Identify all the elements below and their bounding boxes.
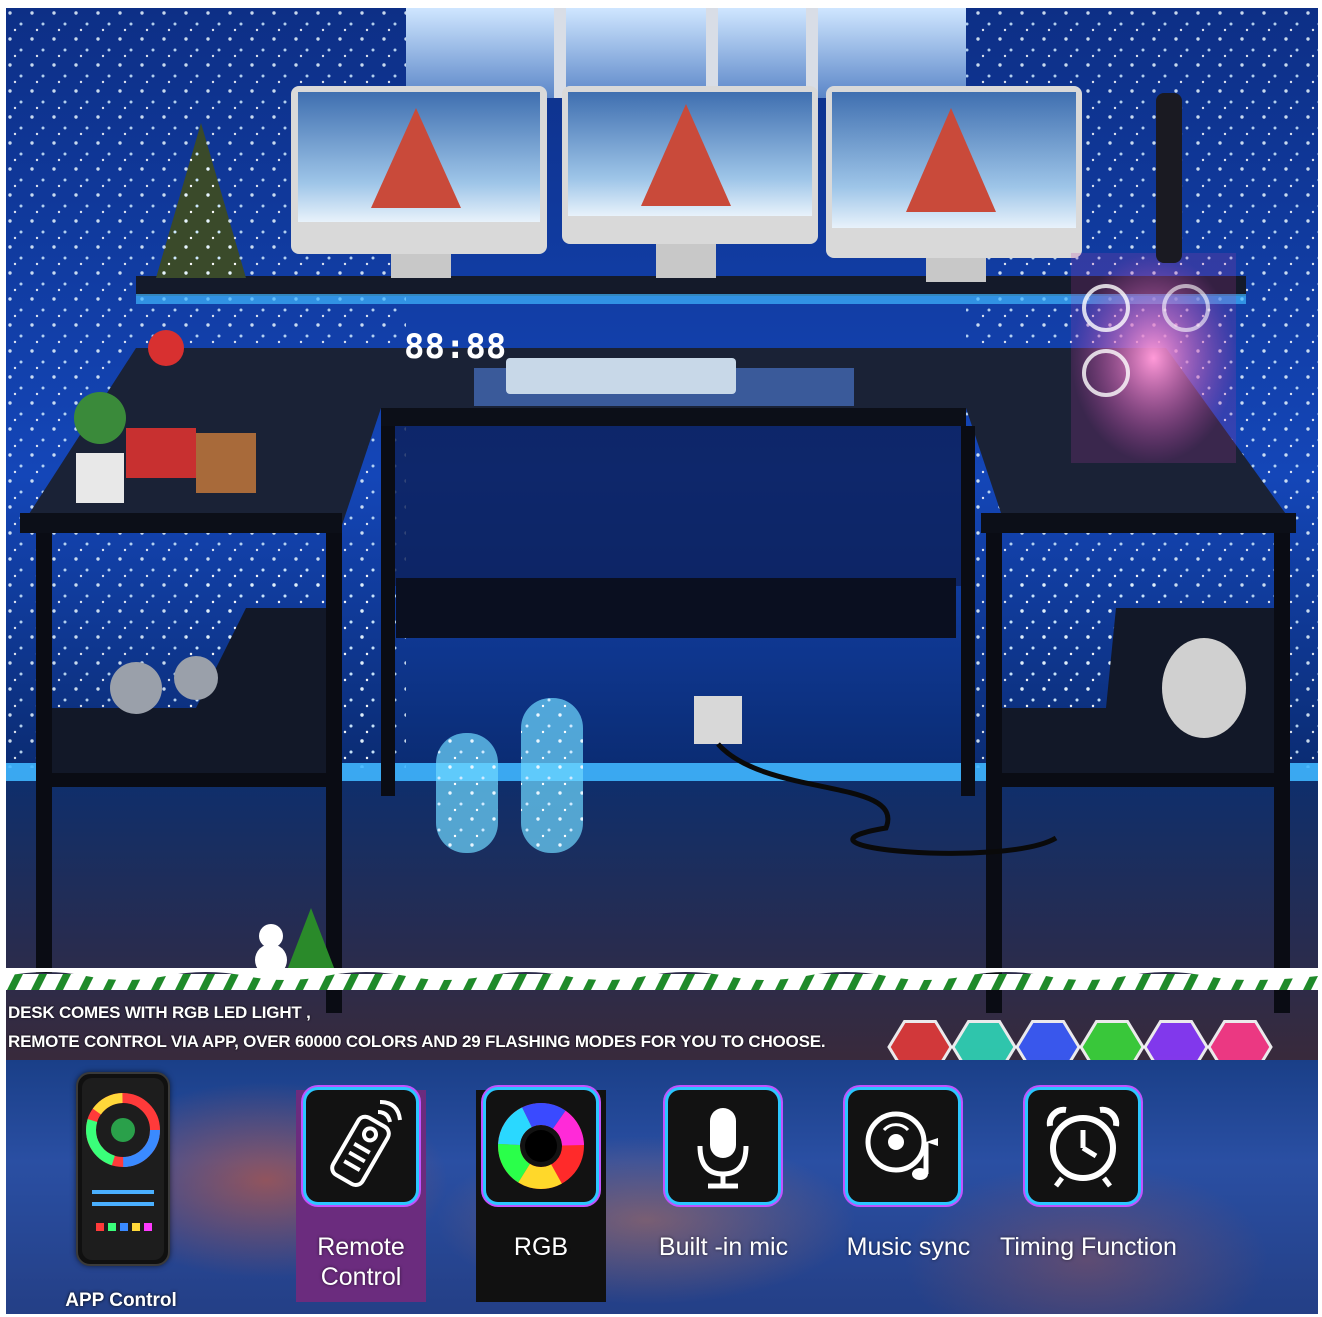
snow-border [6, 968, 1318, 990]
remote-label-line1: Remote [317, 1233, 405, 1261]
remote-label-line2: Control [320, 1263, 402, 1291]
music-note-icon [848, 1090, 958, 1202]
app-control-label: APP Control [65, 1290, 177, 1311]
desk-scene-photo: 88:88 [6, 8, 1318, 1068]
timing-function-label: Timing Function [1000, 1233, 1177, 1261]
phone-app-icon [76, 1072, 170, 1266]
svg-text:88:88: 88:88 [404, 327, 506, 367]
product-image: 88:88 DESK COMES WITH RGB LED LIGHT , RE… [6, 8, 1318, 1314]
caption-line-2: REMOTE CONTROL VIA APP, OVER 60000 COLOR… [8, 1032, 826, 1051]
music-sync-label: Music sync [846, 1233, 971, 1261]
rgb-label: RGB [513, 1233, 569, 1261]
microphone-icon [668, 1090, 778, 1202]
mic-label: Built -in mic [658, 1233, 789, 1261]
alarm-clock-icon [1028, 1090, 1138, 1202]
color-wheel-icon [486, 1090, 596, 1202]
remote-control-icon [306, 1090, 416, 1202]
caption-line-1: DESK COMES WITH RGB LED LIGHT , [8, 1003, 311, 1022]
feature-bar: APP Control Remote Control RGB Built -in… [6, 1060, 1318, 1314]
